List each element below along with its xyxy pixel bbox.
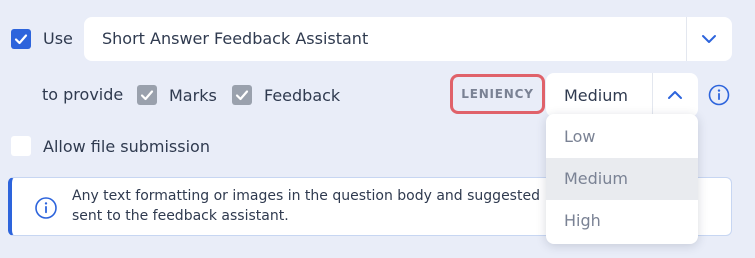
feedback-checkbox[interactable]	[232, 85, 252, 105]
use-label: Use	[43, 29, 73, 48]
info-icon[interactable]	[708, 84, 730, 106]
leniency-option-medium[interactable]: Medium	[546, 158, 698, 200]
leniency-dropdown-menu: Low Medium High	[546, 114, 698, 244]
feedback-label: Feedback	[264, 86, 341, 105]
notice-text: Any text formatting or images in the que…	[72, 188, 540, 224]
chevron-up-icon[interactable]	[665, 85, 685, 105]
check-icon	[235, 90, 249, 101]
leniency-label: LENIENCY	[461, 87, 534, 101]
marks-checkbox[interactable]	[137, 85, 157, 105]
leniency-select-value: Medium	[564, 86, 628, 105]
info-icon	[35, 197, 57, 219]
assistant-select-value: Short Answer Feedback Assistant	[102, 29, 369, 48]
select-divider	[686, 17, 687, 61]
marks-label: Marks	[169, 86, 217, 105]
leniency-label-box: LENIENCY	[450, 74, 545, 114]
leniency-option-high[interactable]: High	[546, 200, 698, 242]
check-icon	[14, 34, 28, 45]
check-icon	[140, 90, 154, 101]
use-checkbox[interactable]	[11, 29, 31, 49]
assistant-select[interactable]: Short Answer Feedback Assistant	[84, 17, 732, 61]
allow-file-submission-checkbox[interactable]	[11, 136, 31, 156]
select-divider	[652, 73, 653, 117]
to-provide-label: to provide	[42, 85, 124, 104]
leniency-select[interactable]: Medium	[546, 73, 698, 117]
allow-file-submission-label: Allow file submission	[43, 137, 210, 156]
chevron-down-icon[interactable]	[699, 29, 719, 49]
leniency-option-low[interactable]: Low	[546, 116, 698, 158]
